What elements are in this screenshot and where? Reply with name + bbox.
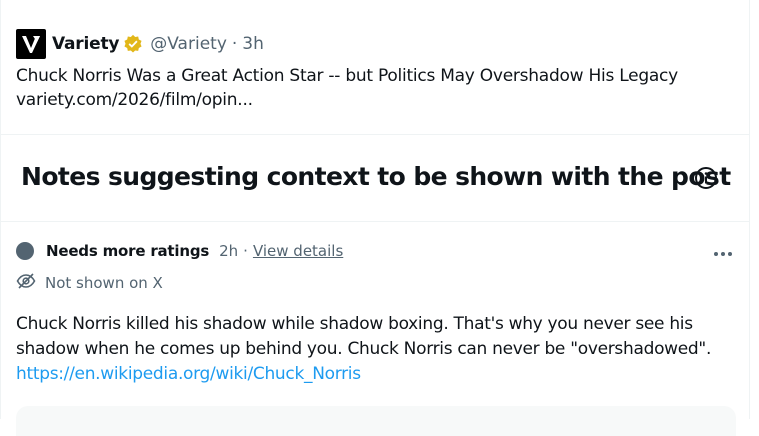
verified-badge-icon (123, 34, 143, 54)
post-time[interactable]: 3h (242, 34, 264, 54)
quoted-post[interactable]: Variety @Variety · 3h Chuck Norris Was a… (16, 29, 736, 112)
frame-left-border (0, 0, 1, 419)
note-time: 2h (219, 242, 239, 260)
divider (0, 134, 750, 135)
note-visibility-text: Not shown on X (45, 274, 163, 292)
note-separator: · (243, 242, 248, 260)
info-icon[interactable] (694, 166, 718, 190)
note-body-line: Chuck Norris killed his shadow while sha… (16, 314, 693, 334)
post-link[interactable]: variety.com/2026/film/opin... (16, 88, 736, 112)
post-headline: Chuck Norris Was a Great Action Star -- … (16, 66, 678, 86)
status-dot-icon (16, 242, 34, 260)
post-author[interactable]: Variety (52, 34, 119, 54)
post-header: Variety @Variety · 3h (16, 29, 736, 59)
note-status-label: Needs more ratings (46, 242, 210, 260)
eye-off-icon (16, 271, 36, 295)
next-card (16, 406, 736, 436)
more-icon[interactable] (710, 244, 736, 264)
post-separator: · (231, 34, 238, 54)
note-body: Chuck Norris killed his shadow while sha… (16, 312, 741, 387)
divider (0, 221, 750, 222)
post-handle[interactable]: @Variety (150, 34, 227, 54)
note-visibility-row: Not shown on X (16, 271, 163, 295)
note-body-line: shadow when he comes up behind you. Chuc… (16, 339, 712, 359)
frame-right-border (749, 0, 750, 419)
notes-section-title: Notes suggesting context to be shown wit… (21, 162, 731, 191)
note-status-row: Needs more ratings 2h · View details (16, 242, 343, 260)
note-source-link[interactable]: https://en.wikipedia.org/wiki/Chuck_Norr… (16, 364, 361, 384)
view-details-link[interactable]: View details (253, 242, 343, 260)
variety-logo-icon[interactable] (16, 29, 46, 59)
post-text: Chuck Norris Was a Great Action Star -- … (16, 64, 736, 112)
